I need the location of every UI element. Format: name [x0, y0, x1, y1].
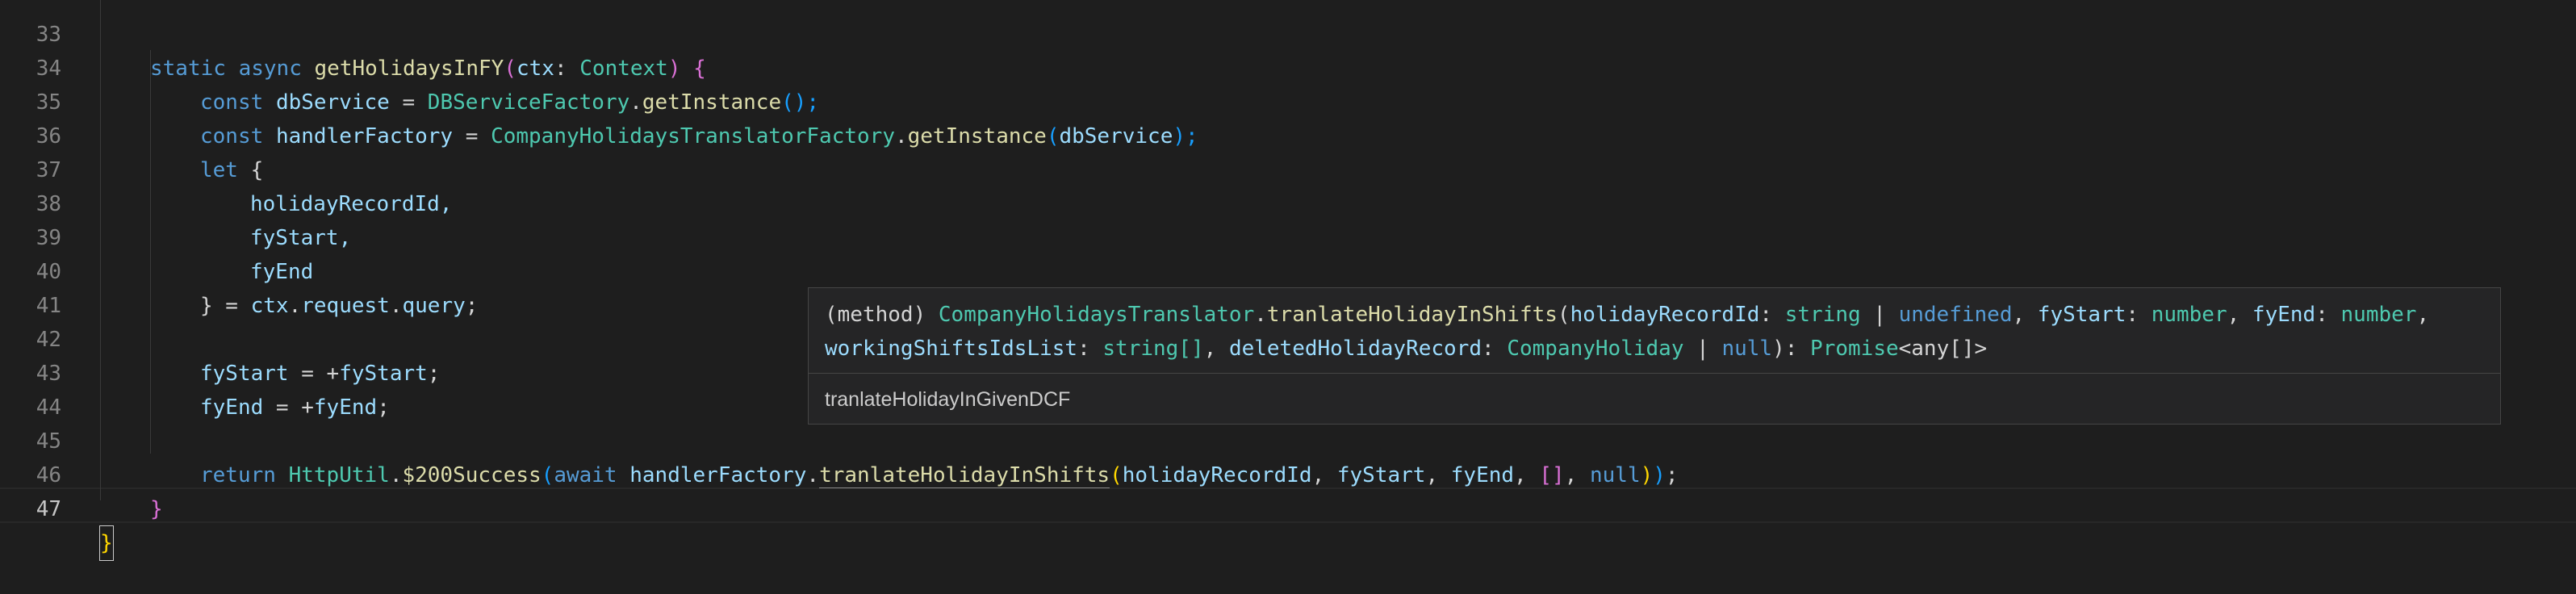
code-line-active[interactable]: } [0, 492, 2576, 561]
code-line[interactable]: let { [0, 119, 2576, 182]
code-line[interactable]: } = ctx.request.query; [0, 255, 2576, 318]
code-token: . [389, 294, 403, 318]
code-token: . [288, 294, 302, 318]
code-token: } = [200, 294, 251, 318]
code-line[interactable]: holidayRecordId, [0, 153, 2576, 216]
method-signature: (method) CompanyHolidaysTranslator.tranl… [825, 303, 2430, 361]
code-token: fyEnd [313, 395, 378, 420]
code-token: query [402, 294, 466, 318]
code-line[interactable]: const dbService = DBServiceFactory.getIn… [0, 52, 2576, 115]
tooltip-divider [809, 373, 2500, 374]
code-token: request [301, 294, 390, 318]
code-token: ; [465, 294, 479, 318]
code-line[interactable]: static async getHolidaysInFY(ctx: Contex… [0, 18, 2576, 81]
matched-bracket: } [99, 525, 114, 561]
code-line[interactable]: } [0, 458, 2576, 521]
code-token: = + [263, 395, 314, 420]
code-line[interactable]: fyEnd [0, 221, 2576, 284]
code-line[interactable]: const handlerFactory = CompanyHolidaysTr… [0, 86, 2576, 148]
code-token: fyEnd [200, 395, 264, 420]
code-token: ; [377, 395, 390, 420]
code-editor[interactable]: 33 34 35 36 37 38 39 40 41 42 43 44 45 4… [0, 0, 2576, 561]
code-line[interactable]: fyStart, [0, 187, 2576, 250]
hover-tooltip[interactable]: (method) CompanyHolidaysTranslator.tranl… [808, 287, 2501, 425]
code-line[interactable]: return HttpUtil.$200Success(await handle… [0, 425, 2576, 488]
code-token: ctx [250, 294, 289, 318]
method-doc-comment: tranlateHolidayInGivenDCF [825, 388, 1071, 411]
